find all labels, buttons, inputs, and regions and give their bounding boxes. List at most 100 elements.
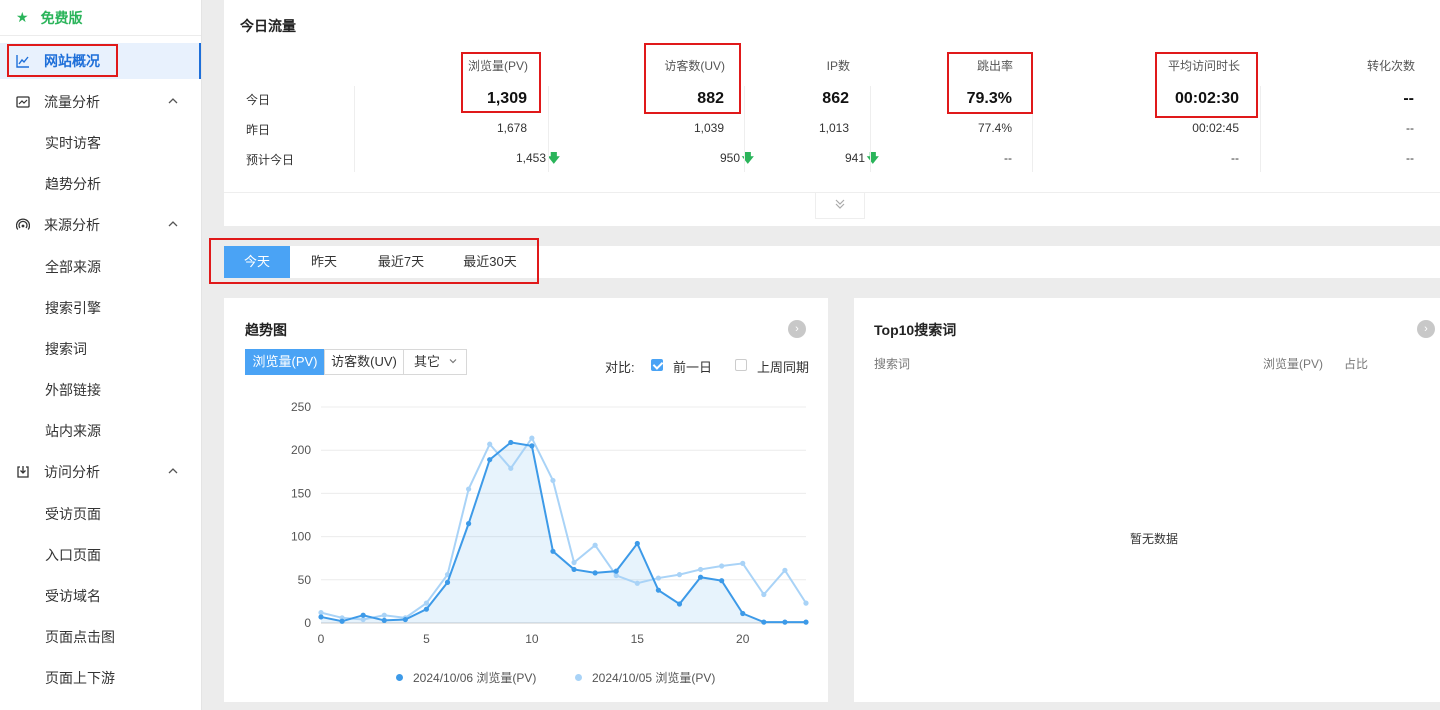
- forecast-uv: 950: [720, 151, 740, 165]
- x-tick-label: 10: [525, 632, 539, 646]
- legend-label: 2024/10/05 浏览量(PV): [592, 671, 716, 685]
- chevron-right-icon[interactable]: ›: [1417, 320, 1435, 338]
- sidebar-item-all-sources[interactable]: 全部来源: [45, 257, 101, 277]
- sidebar-item-visited-domains[interactable]: 受访域名: [45, 586, 101, 606]
- double-chevron-down-icon: [833, 198, 847, 213]
- x-tick-label: 5: [423, 632, 430, 646]
- free-edition-label: 免费版: [40, 9, 83, 26]
- data-point: [803, 619, 809, 625]
- sidebar-item-page-flow[interactable]: 页面上下游: [45, 668, 115, 688]
- chevron-down-icon: [448, 350, 458, 374]
- data-point: [697, 566, 704, 573]
- data-point: [719, 563, 725, 569]
- expand-button[interactable]: [815, 193, 865, 219]
- y-tick-label: 250: [291, 400, 311, 414]
- chevron-up-icon[interactable]: [167, 464, 179, 480]
- card-title: 今日流量: [240, 18, 296, 34]
- yesterday-avg-duration: 00:02:45: [1192, 121, 1239, 135]
- sidebar-item-click-map[interactable]: 页面点击图: [45, 627, 115, 647]
- column-divider: [744, 86, 745, 172]
- legend-item-series-2[interactable]: 2024/10/05 浏览量(PV): [575, 669, 715, 686]
- today-ip: 862: [822, 90, 849, 107]
- sidebar-item-entry-pages[interactable]: 入口页面: [45, 545, 101, 565]
- data-point: [634, 580, 640, 586]
- sidebar-item-internal-sources[interactable]: 站内来源: [45, 421, 101, 441]
- chevron-up-icon[interactable]: [167, 94, 179, 110]
- chevron-up-icon[interactable]: [167, 217, 179, 233]
- column-divider: [548, 86, 549, 172]
- highlight-box: [461, 52, 541, 113]
- sidebar-item-visited-pages[interactable]: 受访页面: [45, 504, 101, 524]
- y-tick-label: 50: [298, 573, 312, 587]
- compare-previous-day-label[interactable]: 前一日: [673, 357, 712, 376]
- arrow-down-icon: 🡇: [866, 151, 879, 165]
- compare-last-week-label[interactable]: 上周同期: [757, 357, 809, 376]
- data-point: [697, 574, 704, 580]
- x-tick-label: 15: [631, 632, 645, 646]
- y-tick-label: 0: [304, 616, 311, 630]
- data-point: [592, 570, 598, 576]
- data-point: [487, 441, 493, 447]
- forecast-pv: 1,453: [516, 151, 546, 165]
- forecast-uv-value: 950: [719, 151, 740, 165]
- highlight-box: [644, 43, 741, 114]
- column-divider: [1260, 86, 1261, 172]
- y-tick-label: 200: [291, 443, 311, 457]
- column-header-conversions: 转化次数: [1366, 59, 1415, 73]
- x-tick-label: 20: [736, 632, 750, 646]
- sidebar-item-external-links[interactable]: 外部链接: [45, 380, 101, 400]
- star-icon: ★: [16, 9, 29, 25]
- sidebar-item-search-engines[interactable]: 搜索引擎: [45, 298, 101, 318]
- legend-label: 2024/10/06 浏览量(PV): [413, 671, 537, 685]
- data-point: [508, 465, 514, 471]
- compare-label: 对比:: [605, 360, 635, 375]
- metric-tab-uv[interactable]: 访客数(UV): [324, 349, 404, 375]
- trend-chart-card: 趋势图 › 浏览量(PV) 访客数(UV) 其它 对比: 前一日 上周同期 0 5…: [224, 298, 828, 702]
- series-area: [321, 442, 806, 623]
- sidebar-item-label: 访问分析: [44, 464, 100, 480]
- data-point: [360, 612, 366, 618]
- legend-item-series-1[interactable]: 2024/10/06 浏览量(PV): [396, 669, 536, 686]
- sidebar-item-source-analysis[interactable]: 来源分析: [0, 207, 201, 243]
- chevron-right-icon[interactable]: ›: [788, 320, 806, 338]
- today-conversions: --: [1403, 90, 1414, 107]
- sidebar-item-trend-analysis[interactable]: 趋势分析: [45, 174, 101, 194]
- sidebar-item-label: 流量分析: [44, 94, 100, 110]
- metric-dropdown-label: 其它: [414, 354, 441, 369]
- data-point: [381, 617, 387, 624]
- data-point: [634, 540, 640, 547]
- data-point: [487, 457, 493, 463]
- data-point: [508, 439, 514, 446]
- empty-state-text: 暂无数据: [1130, 532, 1179, 546]
- signal-icon: [16, 218, 30, 232]
- row-label-forecast: 预计今日: [246, 153, 295, 167]
- data-point: [655, 575, 661, 581]
- sidebar-item-visit-analysis[interactable]: 访问分析: [0, 454, 201, 490]
- data-point: [466, 521, 472, 527]
- top10-search-terms-card: Top10搜索词 › 搜索词 浏览量(PV) 占比 暂无数据: [854, 298, 1440, 702]
- row-label-yesterday: 昨日: [246, 123, 271, 137]
- data-point: [423, 600, 430, 606]
- data-point: [381, 612, 387, 618]
- compare-previous-day-checkbox[interactable]: [651, 359, 663, 371]
- sidebar-item-realtime-visitors[interactable]: 实时访客: [45, 133, 101, 153]
- free-edition-link[interactable]: ★ 免费版: [0, 0, 201, 36]
- yesterday-pv: 1,678: [496, 121, 527, 135]
- sidebar-item-label: 来源分析: [44, 217, 100, 233]
- row-label-today: 今日: [246, 93, 271, 107]
- sidebar-item-search-terms[interactable]: 搜索词: [45, 339, 87, 359]
- metric-tab-pv[interactable]: 浏览量(PV): [245, 349, 325, 375]
- yesterday-conversions: --: [1406, 121, 1414, 135]
- column-header-ip: IP数: [826, 59, 850, 73]
- highlight-box: [947, 52, 1033, 114]
- yesterday-bounce-rate: 77.4%: [977, 121, 1012, 135]
- metric-dropdown-other[interactable]: 其它: [403, 349, 467, 375]
- compare-last-week-checkbox[interactable]: [735, 359, 747, 371]
- sidebar-item-traffic-analysis[interactable]: 流量分析: [0, 84, 201, 120]
- column-header-pv: 浏览量(PV): [1263, 357, 1324, 371]
- yesterday-uv: 1,039: [693, 121, 724, 135]
- yesterday-ip: 1,013: [818, 121, 849, 135]
- forecast-conversions: --: [1406, 151, 1414, 165]
- y-tick-label: 150: [291, 486, 311, 500]
- legend-dot: [575, 674, 582, 681]
